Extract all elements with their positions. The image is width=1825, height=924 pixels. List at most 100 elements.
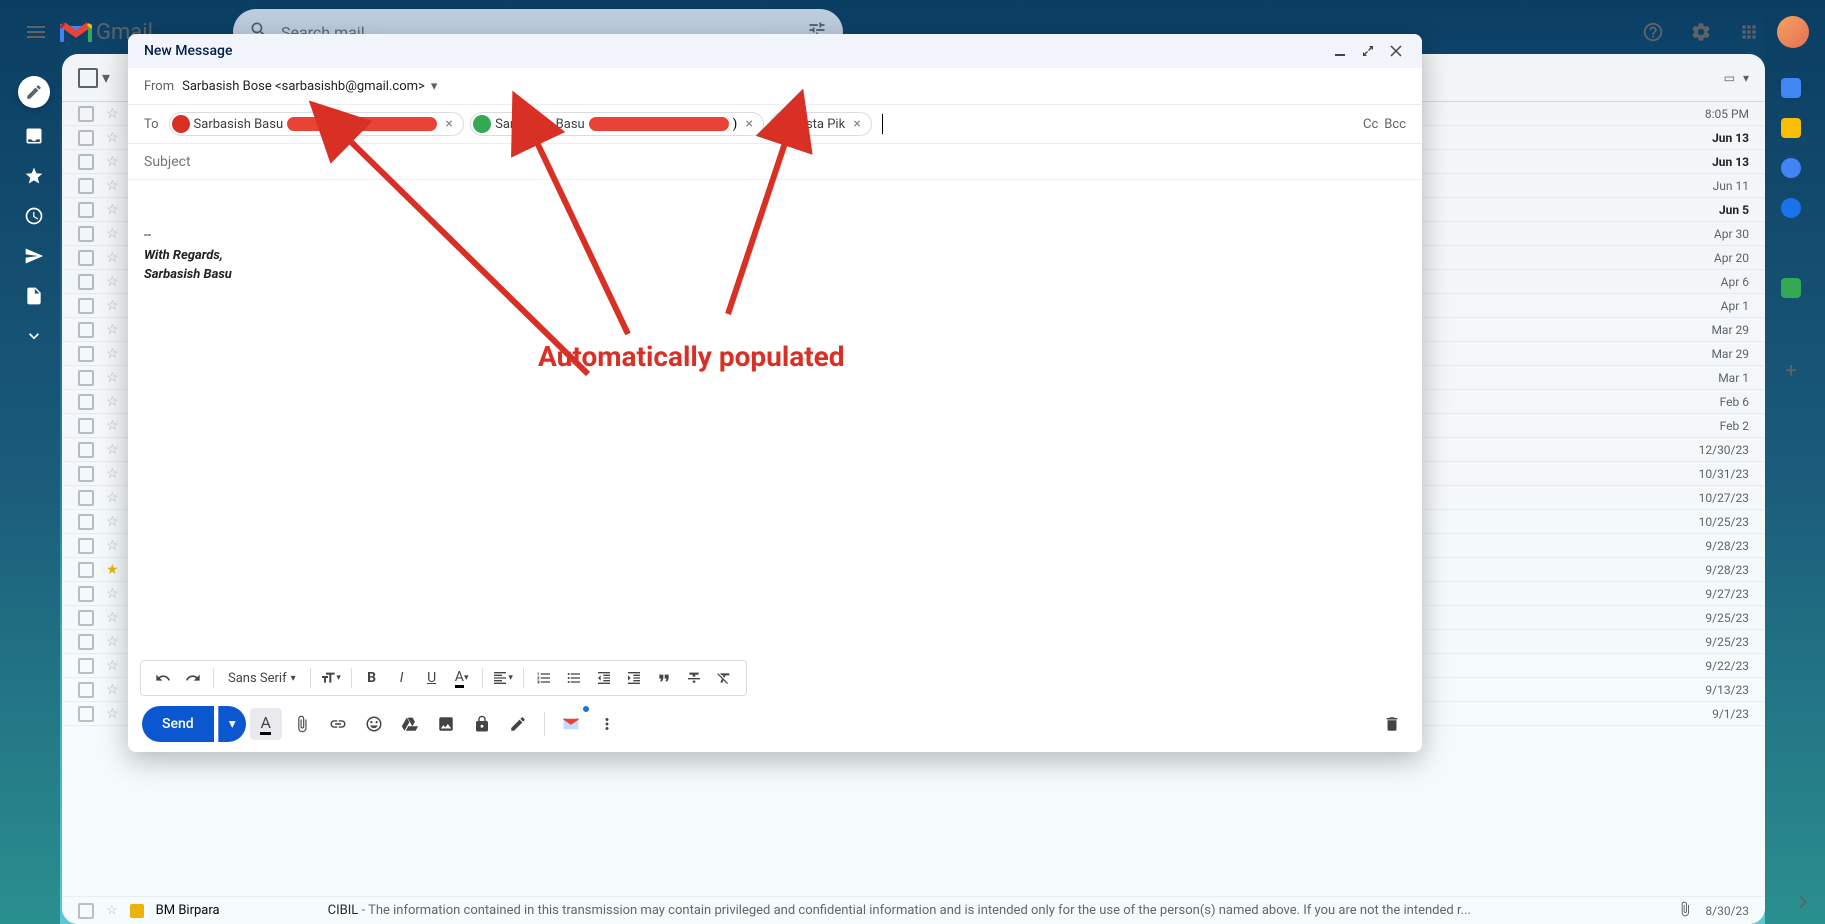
email-checkbox[interactable]: [78, 586, 94, 602]
tasks-addon-icon[interactable]: [1781, 158, 1801, 178]
snoozed-icon[interactable]: [22, 204, 46, 228]
underline-button[interactable]: U: [418, 664, 446, 692]
minimize-button[interactable]: [1330, 41, 1350, 61]
star-icon[interactable]: ☆: [106, 274, 119, 290]
redo-button[interactable]: [179, 664, 207, 692]
email-checkbox[interactable]: [78, 250, 94, 266]
fullscreen-button[interactable]: [1358, 41, 1378, 61]
calendar-addon-icon[interactable]: [1781, 78, 1801, 98]
email-checkbox[interactable]: [78, 682, 94, 698]
email-checkbox[interactable]: [78, 154, 94, 170]
select-all-checkbox[interactable]: [78, 68, 98, 88]
chip-remove-icon[interactable]: ×: [741, 116, 757, 132]
more-icon[interactable]: [22, 324, 46, 348]
confidential-mode-button[interactable]: [466, 708, 498, 740]
email-checkbox[interactable]: [78, 202, 94, 218]
input-dropdown-icon[interactable]: ▾: [1743, 71, 1749, 85]
email-checkbox[interactable]: [78, 346, 94, 362]
close-button[interactable]: [1386, 41, 1406, 61]
insert-emoji-button[interactable]: [358, 708, 390, 740]
email-checkbox[interactable]: [78, 562, 94, 578]
recipient-chip[interactable]: Sarbasish Basu×: [169, 112, 465, 136]
star-icon[interactable]: ☆: [106, 490, 119, 506]
star-icon[interactable]: ☆: [106, 202, 119, 218]
add-addon-icon[interactable]: +: [1785, 358, 1796, 382]
inbox-icon[interactable]: [22, 124, 46, 148]
importance-marker[interactable]: [130, 904, 144, 918]
recipient-chip[interactable]: Insta Pik×: [770, 112, 872, 136]
star-icon[interactable]: ☆: [106, 586, 119, 602]
sent-icon[interactable]: [22, 244, 46, 268]
font-size-button[interactable]: ▾: [317, 664, 345, 692]
star-icon[interactable]: ☆: [106, 106, 119, 122]
email-checkbox[interactable]: [78, 370, 94, 386]
indent-more-button[interactable]: [620, 664, 648, 692]
font-family-button[interactable]: Sans Serif ▾: [220, 664, 304, 692]
email-checkbox[interactable]: [78, 490, 94, 506]
star-icon[interactable]: ☆: [106, 634, 119, 650]
chip-remove-icon[interactable]: ×: [441, 116, 457, 132]
email-checkbox[interactable]: [78, 514, 94, 530]
discard-draft-button[interactable]: [1376, 708, 1408, 740]
star-icon[interactable]: ☆: [106, 394, 119, 410]
strikethrough-button[interactable]: [680, 664, 708, 692]
addon-button[interactable]: [555, 708, 587, 740]
email-checkbox[interactable]: [78, 442, 94, 458]
send-options-button[interactable]: ▾: [218, 706, 246, 742]
compose-body[interactable]: -- With Regards, Sarbasish Basu Automati…: [128, 180, 1422, 660]
star-icon[interactable]: ☆: [106, 322, 119, 338]
email-checkbox[interactable]: [78, 903, 94, 919]
subject-input[interactable]: [144, 154, 1406, 170]
italic-button[interactable]: I: [388, 664, 416, 692]
undo-button[interactable]: [149, 664, 177, 692]
email-checkbox[interactable]: [78, 610, 94, 626]
text-format-toggle-button[interactable]: A: [250, 708, 282, 740]
email-checkbox[interactable]: [78, 466, 94, 482]
email-checkbox[interactable]: [78, 178, 94, 194]
star-icon[interactable]: ★: [106, 562, 119, 578]
recipients-field[interactable]: Sarbasish Basu×Sarbasish Basu)×Insta Pik…: [169, 112, 1363, 136]
text-color-button[interactable]: A▾: [448, 664, 476, 692]
star-icon[interactable]: ☆: [106, 130, 119, 146]
from-dropdown-icon[interactable]: ▾: [431, 79, 438, 94]
contacts-addon-icon[interactable]: [1781, 198, 1801, 218]
star-icon[interactable]: ☆: [106, 370, 119, 386]
star-icon[interactable]: ☆: [106, 682, 119, 698]
star-icon[interactable]: ☆: [106, 154, 119, 170]
numbered-list-button[interactable]: [530, 664, 558, 692]
insert-link-button[interactable]: [322, 708, 354, 740]
star-icon[interactable]: ☆: [106, 658, 119, 674]
email-checkbox[interactable]: [78, 130, 94, 146]
settings-icon[interactable]: [1681, 12, 1721, 52]
star-icon[interactable]: ☆: [106, 250, 119, 266]
email-checkbox[interactable]: [78, 634, 94, 650]
bcc-button[interactable]: Bcc: [1384, 117, 1406, 132]
compose-button[interactable]: [18, 76, 50, 108]
cc-button[interactable]: Cc: [1363, 117, 1378, 132]
email-checkbox[interactable]: [78, 322, 94, 338]
star-icon[interactable]: ☆: [106, 298, 119, 314]
send-button[interactable]: Send: [142, 706, 214, 742]
star-icon[interactable]: ☆: [106, 538, 119, 554]
email-checkbox[interactable]: [78, 298, 94, 314]
star-icon[interactable]: ☆: [106, 466, 119, 482]
star-icon[interactable]: ☆: [106, 514, 119, 530]
bold-button[interactable]: B: [358, 664, 386, 692]
clear-formatting-button[interactable]: [710, 664, 738, 692]
star-icon[interactable]: ☆: [106, 706, 119, 722]
star-icon[interactable]: ☆: [106, 442, 119, 458]
insert-signature-button[interactable]: [502, 708, 534, 740]
email-checkbox[interactable]: [78, 418, 94, 434]
addon-icon[interactable]: [1781, 278, 1801, 298]
account-avatar[interactable]: [1777, 16, 1809, 48]
insert-drive-button[interactable]: [394, 708, 426, 740]
email-checkbox[interactable]: [78, 394, 94, 410]
recipient-chip[interactable]: Sarbasish Basu)×: [470, 112, 764, 136]
more-options-button[interactable]: [591, 708, 623, 740]
starred-icon[interactable]: [22, 164, 46, 188]
drafts-icon[interactable]: [22, 284, 46, 308]
email-checkbox[interactable]: [78, 226, 94, 242]
email-checkbox[interactable]: [78, 706, 94, 722]
star-icon[interactable]: ☆: [106, 903, 118, 918]
star-icon[interactable]: ☆: [106, 178, 119, 194]
